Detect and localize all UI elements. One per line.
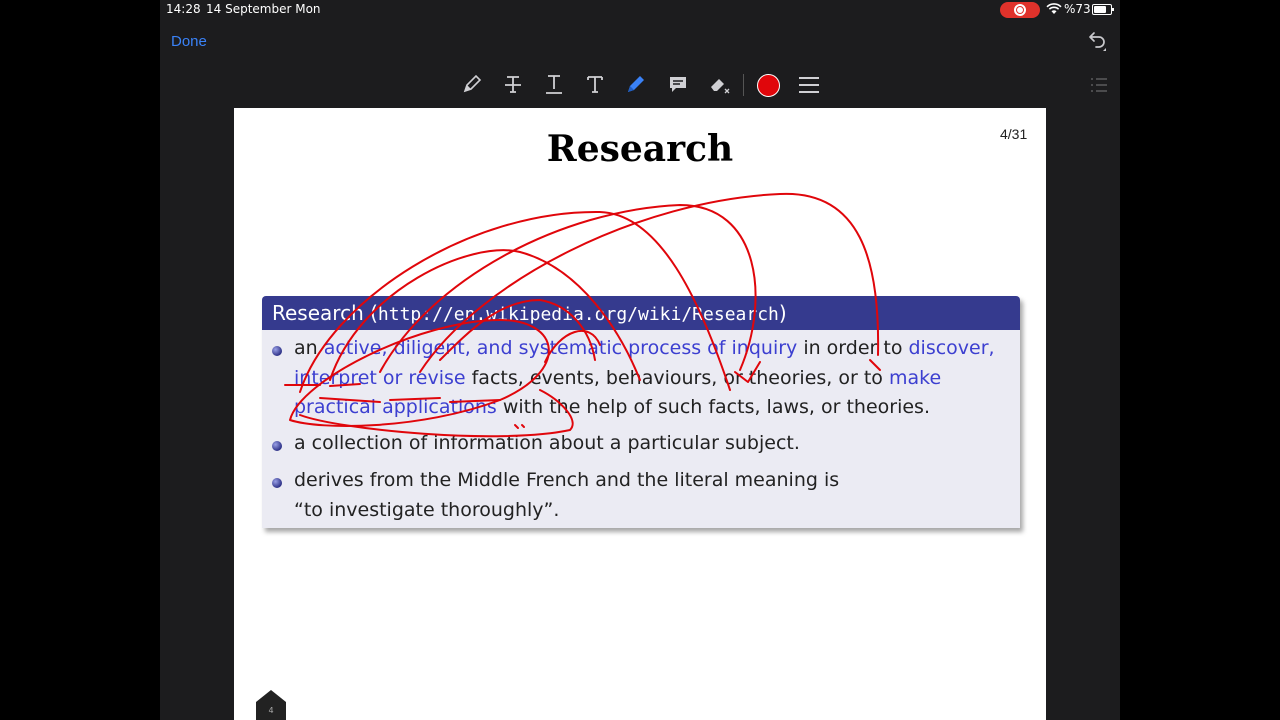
screen-record-icon[interactable] [1000, 2, 1040, 18]
block-title-suffix: ) [778, 301, 787, 325]
annotation-toolbar [160, 62, 1120, 106]
battery-percent: %73 [1064, 2, 1091, 16]
comment-icon[interactable] [666, 72, 690, 96]
bullet1-text-g: with the help of such facts, laws, or th… [496, 396, 930, 418]
page-number: 4/31 [1000, 126, 1028, 142]
pdf-page: Research 4/31 Research (http://en.wikipe… [234, 108, 1046, 720]
list-item: an active, diligent, and systematic proc… [294, 334, 1014, 423]
list-item: a collection of information about a part… [294, 432, 800, 454]
bullet1-text-e: facts, events, behaviours, or theories, … [465, 366, 889, 389]
bullet-icon [272, 441, 282, 451]
pen-icon[interactable] [624, 72, 648, 96]
status-bar: 14:28 14 September Mon %73 [0, 0, 1280, 22]
list-item: derives from the Middle French and the l… [294, 466, 1014, 525]
bullet3-line2: “to investigate thoroughly”. [294, 498, 560, 521]
status-time: 14:28 [166, 2, 201, 16]
wikipedia-link[interactable]: http://en.wikipedia.org/wiki/Research [378, 304, 779, 325]
bullet1-highlight-1: active, diligent, and systematic process… [323, 337, 798, 359]
red-color-swatch[interactable] [757, 74, 780, 97]
outline-list-icon[interactable] [1090, 76, 1108, 94]
text-icon[interactable] [583, 72, 607, 96]
done-button[interactable]: Done [171, 33, 207, 50]
eraser-icon[interactable] [707, 72, 731, 96]
bullet1-text-a: an [294, 337, 324, 359]
wifi-icon [1046, 3, 1062, 14]
strikethrough-text-icon[interactable] [501, 72, 525, 96]
bullet3-line1: derives from the Middle French and the l… [294, 469, 840, 491]
bullet1-text-c: in order to [797, 337, 909, 359]
battery-icon [1092, 4, 1114, 15]
underline-text-icon[interactable] [542, 72, 566, 96]
block-title-prefix: Research ( [272, 301, 378, 325]
bullet-icon [272, 346, 282, 356]
definition-block: Research (http://en.wikipedia.org/wiki/R… [262, 296, 1020, 528]
bullet-icon [272, 478, 282, 488]
menu-icon[interactable] [798, 76, 820, 94]
page-thumbnail-tab[interactable]: 4 [256, 690, 286, 720]
svg-text:4: 4 [268, 706, 273, 715]
undo-icon[interactable] [1084, 30, 1108, 54]
status-date: 14 September Mon [206, 2, 321, 16]
slide-title: Research [546, 128, 734, 170]
toolbar-divider [743, 74, 744, 96]
pencil-tool-icon[interactable] [460, 72, 484, 96]
block-title: Research (http://en.wikipedia.org/wiki/R… [262, 296, 1020, 330]
